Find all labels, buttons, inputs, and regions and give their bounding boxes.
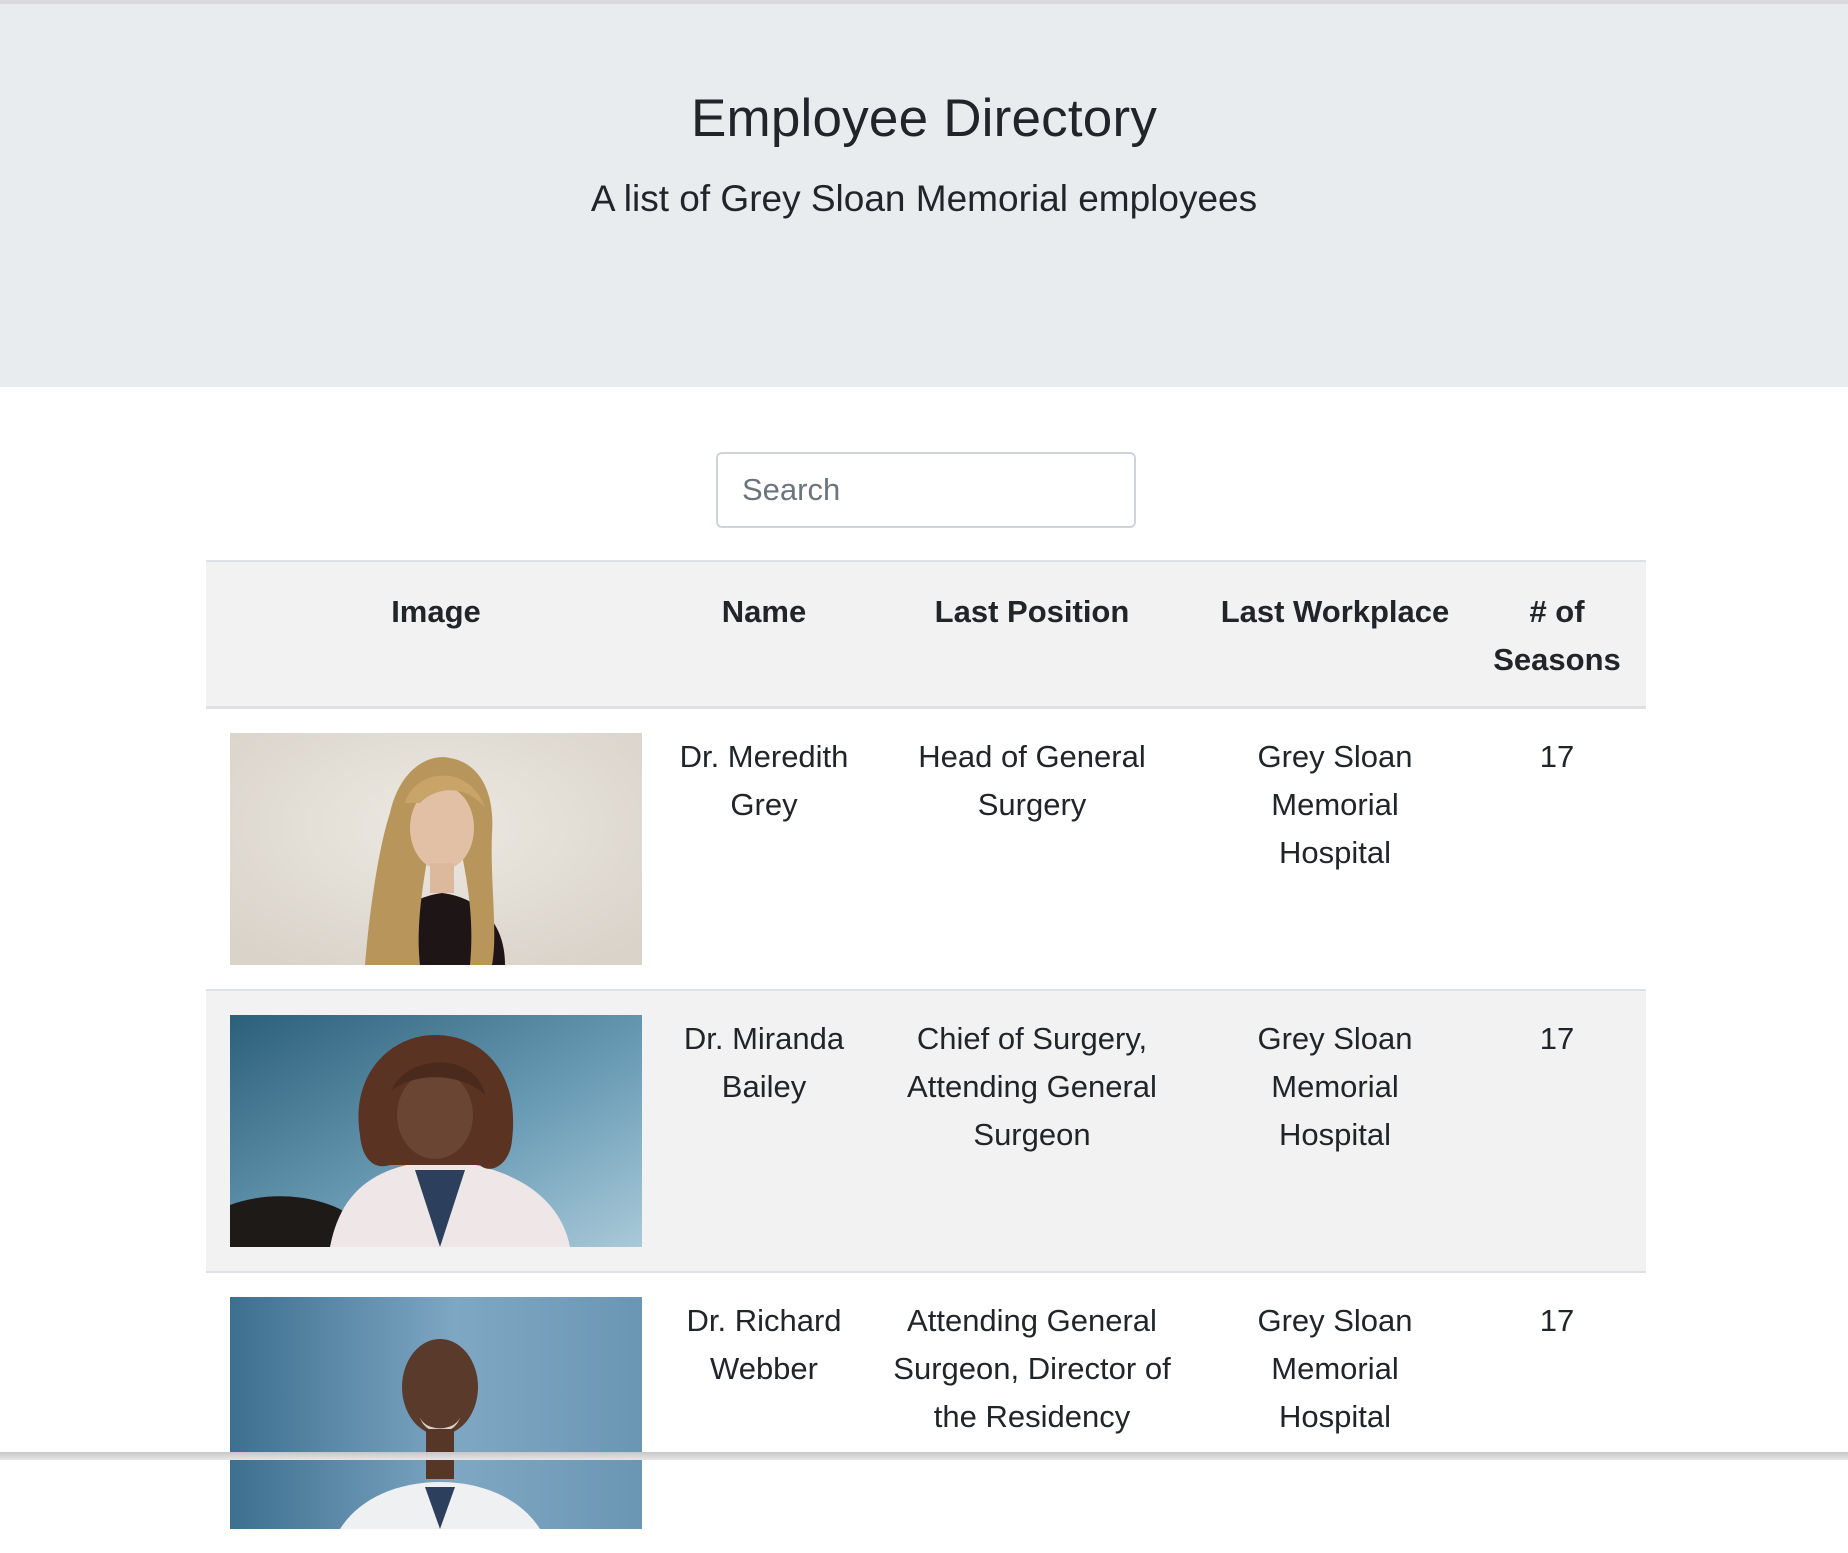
- employee-name: Dr. Meredith Grey: [666, 708, 862, 991]
- employee-seasons: 17: [1468, 1272, 1646, 1553]
- table-header: Image Name Last Position Last Workplace …: [206, 561, 1646, 708]
- employee-table: Image Name Last Position Last Workplace …: [206, 560, 1646, 1553]
- image-cell: [206, 708, 666, 991]
- search-container: [716, 452, 1136, 528]
- employee-position: Head of General Surgery: [862, 708, 1202, 991]
- employee-photo: [230, 733, 642, 965]
- employee-photo: [230, 1015, 642, 1247]
- table-row: Dr. Miranda Bailey Chief of Surgery, Att…: [206, 990, 1646, 1272]
- column-header-last-position[interactable]: Last Position: [862, 561, 1202, 708]
- table-row: Dr. Meredith Grey Head of General Surger…: [206, 708, 1646, 991]
- table-body: Dr. Meredith Grey Head of General Surger…: [206, 708, 1646, 1553]
- column-header-image[interactable]: Image: [206, 561, 666, 708]
- search-input[interactable]: [716, 452, 1136, 528]
- employee-workplace: Grey Sloan Memorial Hospital: [1202, 1272, 1468, 1553]
- employee-workplace: Grey Sloan Memorial Hospital: [1202, 708, 1468, 991]
- window-bottom-edge: [0, 1452, 1848, 1460]
- employee-position: Attending General Surgeon, Director of t…: [862, 1272, 1202, 1553]
- table-header-row: Image Name Last Position Last Workplace …: [206, 561, 1646, 708]
- employee-name: Dr. Richard Webber: [666, 1272, 862, 1553]
- column-header-last-workplace[interactable]: Last Workplace: [1202, 561, 1468, 708]
- jumbotron-header: Employee Directory A list of Grey Sloan …: [0, 4, 1848, 387]
- employee-photo: [230, 1297, 642, 1529]
- employee-table-container: Image Name Last Position Last Workplace …: [206, 560, 1646, 1553]
- image-cell: [206, 990, 666, 1272]
- employee-workplace: Grey Sloan Memorial Hospital: [1202, 990, 1468, 1272]
- page-title: Employee Directory: [0, 88, 1848, 149]
- employee-name: Dr. Miranda Bailey: [666, 990, 862, 1272]
- image-cell: [206, 1272, 666, 1553]
- column-header-seasons[interactable]: # of Seasons: [1468, 561, 1646, 708]
- employee-seasons: 17: [1468, 990, 1646, 1272]
- page-subtitle: A list of Grey Sloan Memorial employees: [0, 178, 1848, 220]
- employee-seasons: 17: [1468, 708, 1646, 991]
- employee-position: Chief of Surgery, Attending General Surg…: [862, 990, 1202, 1272]
- column-header-name[interactable]: Name: [666, 561, 862, 708]
- table-row: Dr. Richard Webber Attending General Sur…: [206, 1272, 1646, 1553]
